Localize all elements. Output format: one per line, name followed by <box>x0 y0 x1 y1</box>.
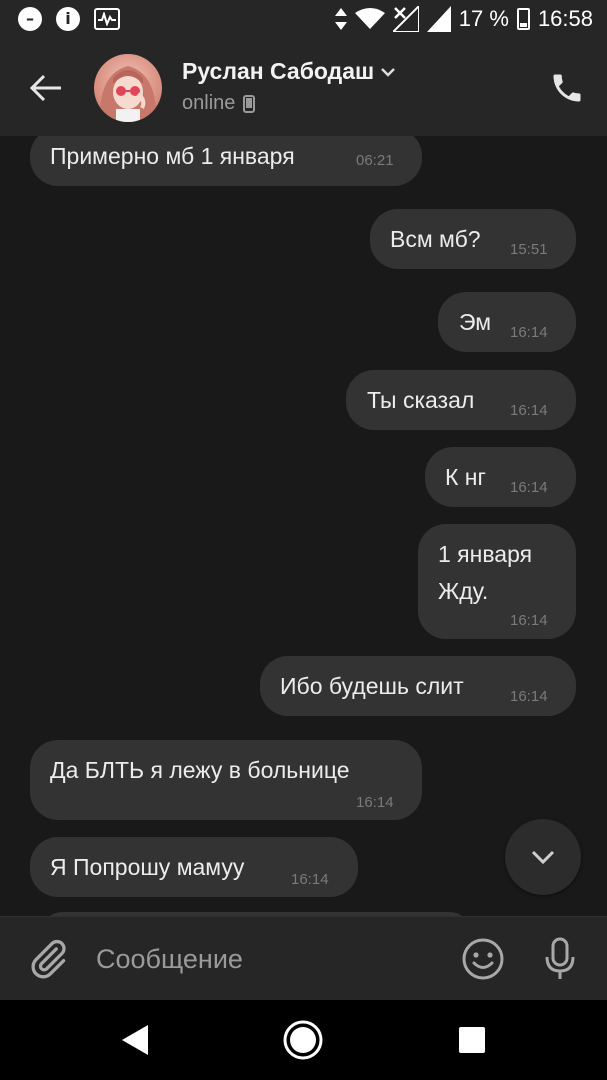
info-icon: i <box>56 7 80 31</box>
message-text: Примерно мб 1 января <box>50 143 295 169</box>
mobile-device-icon <box>243 94 256 113</box>
voice-record-button[interactable] <box>538 935 582 983</box>
paperclip-icon <box>31 939 66 979</box>
call-button[interactable] <box>549 70 585 106</box>
message-input[interactable] <box>90 939 430 979</box>
message-time: 16:14 <box>510 402 548 419</box>
message-text: Всм мб? <box>390 226 481 252</box>
message-outgoing[interactable]: Эм 16:14 <box>438 292 576 352</box>
message-time: 16:14 <box>510 479 548 496</box>
emoji-button[interactable] <box>460 936 506 982</box>
message-text: Ибо будешь слит <box>280 673 464 699</box>
message-time: 16:14 <box>510 612 548 629</box>
contact-name[interactable]: Руслан Сабодаш <box>182 58 396 85</box>
back-button[interactable] <box>26 68 66 108</box>
message-composer <box>0 916 607 1000</box>
message-incoming[interactable]: Примерно мб 1 января 06:21 <box>30 136 422 186</box>
smiley-icon <box>462 938 504 980</box>
attach-button[interactable] <box>26 937 70 981</box>
microphone-icon <box>545 937 575 979</box>
contact-name-text: Руслан Сабодаш <box>182 58 375 84</box>
nav-home-button[interactable] <box>282 1019 324 1061</box>
message-list[interactable]: Примерно мб 1 января 06:21 Всм мб? 15:51… <box>0 136 607 916</box>
battery-percent: 17 % <box>458 6 509 31</box>
message-time: 16:14 <box>356 794 394 811</box>
message-time: 16:14 <box>291 871 329 888</box>
message-text-line-2: Жду. <box>438 578 489 604</box>
message-outgoing[interactable]: К нг 16:14 <box>425 447 576 507</box>
online-status-text: online <box>182 92 236 114</box>
clock: 16:58 <box>537 6 593 31</box>
message-time: 15:51 <box>510 241 548 258</box>
message-outgoing[interactable]: Всм мб? 15:51 <box>370 209 576 269</box>
triangle-back-icon <box>122 1025 148 1055</box>
message-text-line-1: 1 января <box>438 541 533 567</box>
activity-icon <box>94 8 120 30</box>
no-signal-icon <box>392 6 419 32</box>
system-navigation-bar <box>0 1000 607 1080</box>
scroll-down-button[interactable] <box>505 819 581 895</box>
message-outgoing[interactable]: Ибо будешь слит 16:14 <box>260 656 576 716</box>
status-bar: – i 17 % 16:58 <box>0 0 607 40</box>
nav-back-button[interactable] <box>118 1022 154 1058</box>
do-not-disturb-icon: – <box>18 7 42 31</box>
message-time: 16:14 <box>510 688 548 705</box>
message-outgoing[interactable]: Ты сказал 16:14 <box>346 370 576 430</box>
phone-icon <box>553 74 581 102</box>
message-incoming[interactable]: Да БЛТЬ я лежу в больнице 16:14 <box>30 740 422 820</box>
nav-recents-button[interactable] <box>459 1027 485 1053</box>
chevron-down-icon <box>381 67 396 77</box>
message-text: К нг <box>445 464 486 490</box>
data-arrows-icon <box>334 8 347 30</box>
wifi-icon <box>354 8 385 29</box>
contact-status: online <box>182 92 256 115</box>
signal-icon <box>426 6 451 32</box>
message-text: Эм <box>459 309 492 335</box>
chat-header: Руслан Сабодаш online <box>0 40 607 136</box>
message-time: 06:21 <box>356 152 394 169</box>
battery-charging-icon <box>516 8 530 30</box>
arrow-left-icon <box>29 74 61 102</box>
message-text: Ты сказал <box>367 387 475 413</box>
message-text: Я Попрошу мамуу <box>50 854 245 880</box>
avatar[interactable] <box>94 54 162 122</box>
status-bar-left: – i <box>18 7 120 31</box>
status-bar-right: 17 % 16:58 <box>334 6 593 32</box>
message-text: Да БЛТЬ я лежу в больнице <box>50 757 350 783</box>
chevron-down-icon <box>531 850 555 865</box>
message-outgoing[interactable]: 1 января Жду. 16:14 <box>418 524 576 639</box>
message-incoming[interactable]: Я Попрошу мамуу 16:14 <box>30 837 358 897</box>
home-circle-icon <box>283 1020 323 1060</box>
message-time: 16:14 <box>510 324 548 341</box>
